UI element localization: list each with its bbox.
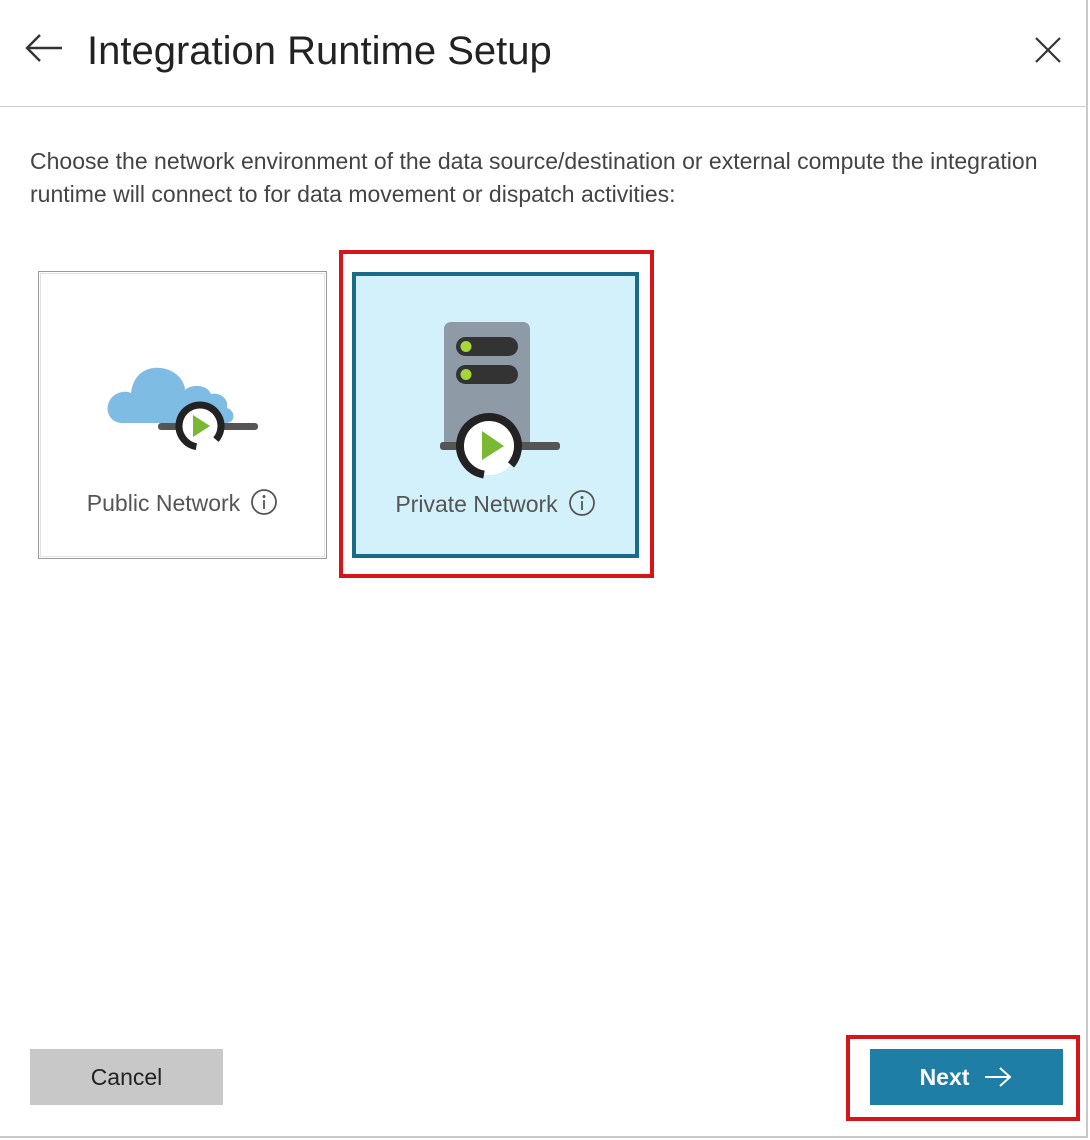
back-button[interactable] — [22, 28, 66, 72]
arrow-left-icon — [25, 34, 62, 62]
private-network-label: Private Network — [356, 487, 635, 521]
public-network-label: Public Network — [39, 486, 326, 520]
private-network-option[interactable]: Private Network — [352, 272, 639, 558]
dialog-title: Integration Runtime Setup — [87, 29, 552, 73]
next-button[interactable]: Next — [870, 1049, 1063, 1105]
info-icon[interactable] — [568, 489, 596, 517]
close-icon — [1035, 37, 1061, 63]
arrow-right-icon — [985, 1067, 1012, 1087]
close-button[interactable] — [1030, 32, 1066, 68]
server-runtime-icon — [440, 322, 560, 479]
info-icon[interactable] — [250, 488, 278, 516]
dialog-header: Integration Runtime Setup — [0, 0, 1088, 107]
cancel-button[interactable]: Cancel — [30, 1049, 223, 1105]
cloud-runtime-icon — [107, 367, 258, 451]
public-network-option[interactable]: Public Network — [38, 271, 327, 559]
setup-panel: Integration Runtime Setup Choose the net… — [0, 0, 1088, 1138]
instruction-text: Choose the network environment of the da… — [30, 148, 1038, 207]
next-button-label: Next — [919, 1063, 970, 1090]
